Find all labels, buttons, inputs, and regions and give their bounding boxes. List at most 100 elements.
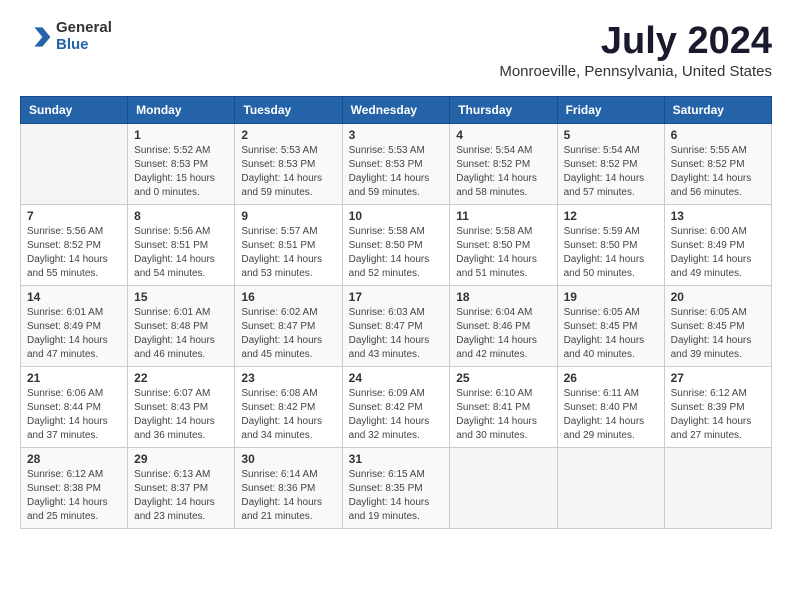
day-number: 15 bbox=[134, 290, 228, 304]
day-info: Sunrise: 5:54 AMSunset: 8:52 PMDaylight:… bbox=[456, 144, 550, 200]
day-info: Sunrise: 6:08 AMSunset: 8:42 PMDaylight:… bbox=[241, 387, 335, 443]
day-number: 12 bbox=[564, 209, 658, 223]
col-tuesday: Tuesday bbox=[235, 97, 342, 124]
calendar-cell: 11 Sunrise: 5:58 AMSunset: 8:50 PMDayligh… bbox=[450, 205, 557, 286]
day-info: Sunrise: 6:06 AMSunset: 8:44 PMDaylight:… bbox=[27, 387, 121, 443]
col-monday: Monday bbox=[128, 97, 235, 124]
day-number: 27 bbox=[671, 371, 765, 385]
day-number: 9 bbox=[241, 209, 335, 223]
day-info: Sunrise: 6:12 AMSunset: 8:38 PMDaylight:… bbox=[27, 468, 121, 524]
calendar-week-row: 14 Sunrise: 6:01 AMSunset: 8:49 PMDayligh… bbox=[21, 286, 772, 367]
col-wednesday: Wednesday bbox=[342, 97, 450, 124]
day-number: 18 bbox=[456, 290, 550, 304]
calendar-cell: 25 Sunrise: 6:10 AMSunset: 8:41 PMDayligh… bbox=[450, 367, 557, 448]
location-subtitle: Monroeville, Pennsylvania, United States bbox=[499, 63, 772, 80]
calendar-cell: 9Sunrise: 5:57 AMSunset: 8:51 PMDaylight… bbox=[235, 205, 342, 286]
day-number: 11 bbox=[456, 209, 550, 223]
day-number: 19 bbox=[564, 290, 658, 304]
logo-blue-text: Blue bbox=[56, 37, 112, 54]
calendar-cell: 21Sunrise: 6:06 AMSunset: 8:44 PMDayligh… bbox=[21, 367, 128, 448]
calendar-table: Sunday Monday Tuesday Wednesday Thursday… bbox=[20, 96, 772, 529]
day-info: Sunrise: 5:53 AMSunset: 8:53 PMDaylight:… bbox=[349, 144, 444, 200]
calendar-cell: 30Sunrise: 6:14 AMSunset: 8:36 PMDayligh… bbox=[235, 448, 342, 529]
col-sunday: Sunday bbox=[21, 97, 128, 124]
calendar-cell bbox=[21, 124, 128, 205]
calendar-cell: 7 Sunrise: 5:56 AMSunset: 8:52 PMDaylight… bbox=[21, 205, 128, 286]
day-number: 24 bbox=[349, 371, 444, 385]
day-info: Sunrise: 6:11 AMSunset: 8:40 PMDaylight:… bbox=[564, 387, 658, 443]
calendar-week-row: 28Sunrise: 6:12 AMSunset: 8:38 PMDayligh… bbox=[21, 448, 772, 529]
calendar-cell: 3 Sunrise: 5:53 AMSunset: 8:53 PMDaylight… bbox=[342, 124, 450, 205]
calendar-body: 1Sunrise: 5:52 AMSunset: 8:53 PMDaylight… bbox=[21, 124, 772, 529]
day-info: Sunrise: 5:56 AMSunset: 8:52 PMDaylight:… bbox=[27, 225, 121, 281]
day-number: 16 bbox=[241, 290, 335, 304]
month-title: July 2024 bbox=[499, 20, 772, 63]
day-number: 31 bbox=[349, 452, 444, 466]
day-number: 2 bbox=[241, 128, 335, 142]
calendar-cell bbox=[557, 448, 664, 529]
day-number: 22 bbox=[134, 371, 228, 385]
col-saturday: Saturday bbox=[664, 97, 771, 124]
day-number: 3 bbox=[349, 128, 444, 142]
day-number: 25 bbox=[456, 371, 550, 385]
day-info: Sunrise: 6:02 AMSunset: 8:47 PMDaylight:… bbox=[241, 306, 335, 362]
calendar-cell: 18 Sunrise: 6:04 AMSunset: 8:46 PMDayligh… bbox=[450, 286, 557, 367]
calendar-week-row: 1Sunrise: 5:52 AMSunset: 8:53 PMDaylight… bbox=[21, 124, 772, 205]
day-info: Sunrise: 6:01 AMSunset: 8:48 PMDaylight:… bbox=[134, 306, 228, 362]
calendar-cell: 26 Sunrise: 6:11 AMSunset: 8:40 PMDayligh… bbox=[557, 367, 664, 448]
calendar-cell: 16 Sunrise: 6:02 AMSunset: 8:47 PMDayligh… bbox=[235, 286, 342, 367]
day-info: Sunrise: 6:07 AMSunset: 8:43 PMDaylight:… bbox=[134, 387, 228, 443]
day-number: 8 bbox=[134, 209, 228, 223]
day-number: 10 bbox=[349, 209, 444, 223]
calendar-cell: 12 Sunrise: 5:59 AMSunset: 8:50 PMDayligh… bbox=[557, 205, 664, 286]
calendar-cell: 15 Sunrise: 6:01 AMSunset: 8:48 PMDayligh… bbox=[128, 286, 235, 367]
logo-icon bbox=[20, 21, 52, 53]
day-number: 14 bbox=[27, 290, 121, 304]
calendar-cell: 10Sunrise: 5:58 AMSunset: 8:50 PMDayligh… bbox=[342, 205, 450, 286]
calendar-cell: 29Sunrise: 6:13 AMSunset: 8:37 PMDayligh… bbox=[128, 448, 235, 529]
calendar-cell: 4Sunrise: 5:54 AMSunset: 8:52 PMDaylight… bbox=[450, 124, 557, 205]
calendar-cell: 31Sunrise: 6:15 AMSunset: 8:35 PMDayligh… bbox=[342, 448, 450, 529]
day-number: 17 bbox=[349, 290, 444, 304]
calendar-cell: 23 Sunrise: 6:08 AMSunset: 8:42 PMDayligh… bbox=[235, 367, 342, 448]
day-number: 26 bbox=[564, 371, 658, 385]
calendar-cell: 1Sunrise: 5:52 AMSunset: 8:53 PMDaylight… bbox=[128, 124, 235, 205]
logo-general-text: General bbox=[56, 20, 112, 37]
day-info: Sunrise: 6:05 AMSunset: 8:45 PMDaylight:… bbox=[564, 306, 658, 362]
day-info: Sunrise: 5:58 AMSunset: 8:50 PMDaylight:… bbox=[456, 225, 550, 281]
day-info: Sunrise: 6:00 AMSunset: 8:49 PMDaylight:… bbox=[671, 225, 765, 281]
col-thursday: Thursday bbox=[450, 97, 557, 124]
day-number: 20 bbox=[671, 290, 765, 304]
calendar-cell bbox=[450, 448, 557, 529]
day-number: 23 bbox=[241, 371, 335, 385]
calendar-header: Sunday Monday Tuesday Wednesday Thursday… bbox=[21, 97, 772, 124]
calendar-cell: 13Sunrise: 6:00 AMSunset: 8:49 PMDayligh… bbox=[664, 205, 771, 286]
day-info: Sunrise: 5:54 AMSunset: 8:52 PMDaylight:… bbox=[564, 144, 658, 200]
calendar-cell: 5Sunrise: 5:54 AMSunset: 8:52 PMDaylight… bbox=[557, 124, 664, 205]
page-header: General Blue July 2024 Monroeville, Penn… bbox=[20, 20, 772, 80]
calendar-cell: 8 Sunrise: 5:56 AMSunset: 8:51 PMDaylight… bbox=[128, 205, 235, 286]
calendar-cell: 20 Sunrise: 6:05 AMSunset: 8:45 PMDayligh… bbox=[664, 286, 771, 367]
day-info: Sunrise: 6:03 AMSunset: 8:47 PMDaylight:… bbox=[349, 306, 444, 362]
calendar-cell bbox=[664, 448, 771, 529]
calendar-week-row: 7 Sunrise: 5:56 AMSunset: 8:52 PMDaylight… bbox=[21, 205, 772, 286]
day-info: Sunrise: 6:12 AMSunset: 8:39 PMDaylight:… bbox=[671, 387, 765, 443]
day-info: Sunrise: 6:05 AMSunset: 8:45 PMDaylight:… bbox=[671, 306, 765, 362]
day-info: Sunrise: 5:53 AMSunset: 8:53 PMDaylight:… bbox=[241, 144, 335, 200]
logo: General Blue bbox=[20, 20, 112, 53]
day-info: Sunrise: 6:09 AMSunset: 8:42 PMDaylight:… bbox=[349, 387, 444, 443]
day-info: Sunrise: 6:10 AMSunset: 8:41 PMDaylight:… bbox=[456, 387, 550, 443]
calendar-cell: 24 Sunrise: 6:09 AMSunset: 8:42 PMDayligh… bbox=[342, 367, 450, 448]
col-friday: Friday bbox=[557, 97, 664, 124]
day-number: 7 bbox=[27, 209, 121, 223]
logo-text: General Blue bbox=[56, 20, 112, 53]
calendar-cell: 6Sunrise: 5:55 AMSunset: 8:52 PMDaylight… bbox=[664, 124, 771, 205]
day-info: Sunrise: 6:01 AMSunset: 8:49 PMDaylight:… bbox=[27, 306, 121, 362]
day-info: Sunrise: 5:55 AMSunset: 8:52 PMDaylight:… bbox=[671, 144, 765, 200]
day-info: Sunrise: 5:56 AMSunset: 8:51 PMDaylight:… bbox=[134, 225, 228, 281]
day-info: Sunrise: 6:13 AMSunset: 8:37 PMDaylight:… bbox=[134, 468, 228, 524]
day-info: Sunrise: 6:04 AMSunset: 8:46 PMDaylight:… bbox=[456, 306, 550, 362]
calendar-cell: 22 Sunrise: 6:07 AMSunset: 8:43 PMDayligh… bbox=[128, 367, 235, 448]
day-info: Sunrise: 5:59 AMSunset: 8:50 PMDaylight:… bbox=[564, 225, 658, 281]
day-number: 1 bbox=[134, 128, 228, 142]
